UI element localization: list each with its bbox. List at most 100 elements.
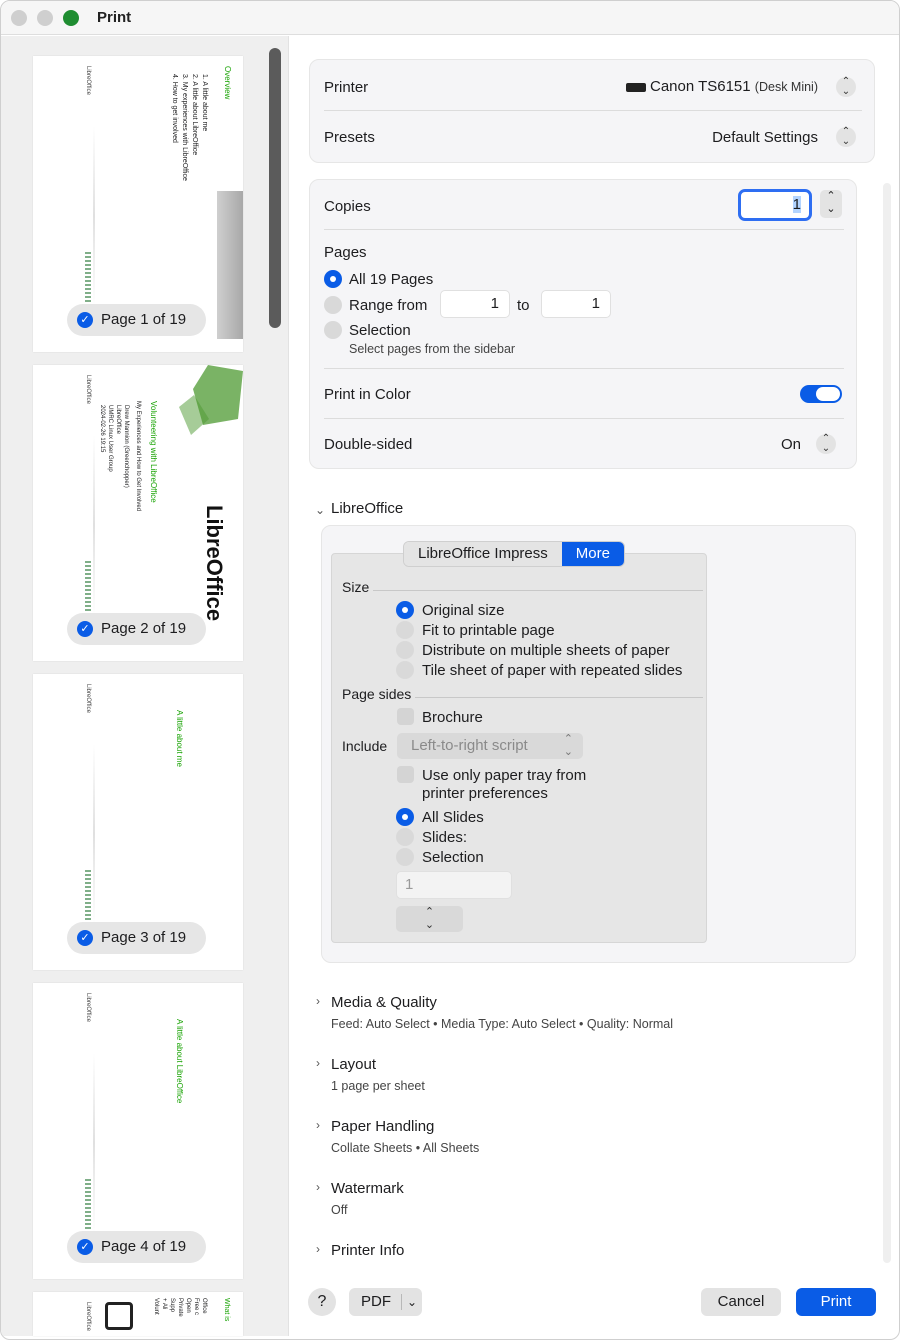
- page-label: Page 3 of 19: [101, 929, 187, 946]
- chevron-right-icon[interactable]: ›: [316, 1056, 320, 1070]
- printer-popup-icon[interactable]: ⌃ ⌄: [836, 77, 856, 97]
- color-toggle[interactable]: [800, 385, 842, 403]
- thumbnail-line: LibreOffice: [115, 405, 121, 434]
- thumbnail-heading: Overview: [223, 66, 232, 100]
- double-sided-label: Double-sided: [324, 436, 413, 453]
- slide-option-label: Selection: [422, 849, 484, 866]
- brochure-checkbox[interactable]: [397, 708, 414, 725]
- thumbnail-brand: LibreOffice: [85, 66, 91, 95]
- checkmark-icon: ✓: [77, 312, 93, 328]
- range-to-label: to: [517, 297, 530, 314]
- thumbnail-heading: A little about LibreOffice: [175, 1019, 184, 1104]
- printer-select[interactable]: Canon TS6151 (Desk Mini): [625, 78, 818, 95]
- watermark-title[interactable]: Watermark: [331, 1180, 404, 1197]
- cancel-button[interactable]: Cancel: [701, 1288, 781, 1316]
- thumbnail-line: Supp: [169, 1298, 175, 1313]
- libreoffice-tabs: LibreOffice Impress More: [403, 541, 625, 567]
- page-4-toggle[interactable]: ✓ Page 4 of 19: [67, 1231, 207, 1263]
- page-preview-sidebar[interactable]: LibreOffice Overview 1. A little about m…: [1, 36, 289, 1336]
- print-button[interactable]: Print: [796, 1288, 876, 1316]
- size-fit-radio[interactable]: [396, 621, 414, 639]
- copies-label: Copies: [324, 198, 371, 215]
- page-2-toggle[interactable]: ✓ Page 2 of 19: [67, 613, 207, 645]
- tab-more[interactable]: More: [561, 542, 624, 566]
- page-3-toggle[interactable]: ✓ Page 3 of 19: [67, 922, 207, 954]
- copies-input[interactable]: 1: [738, 189, 812, 221]
- thumbnail-line: 4. How to get involved: [171, 74, 178, 143]
- printer-presets-card: Printer Canon TS6151 (Desk Mini) ⌃ ⌄ Pres…: [309, 59, 875, 163]
- range-radio[interactable]: [324, 296, 342, 314]
- copies-stepper[interactable]: ⌃ ⌄: [820, 190, 842, 218]
- print-options-card: Copies 1 ⌃ ⌄ Pages All 19 Pages Range fro…: [309, 179, 857, 469]
- thumbnail-brand: LibreOffice: [85, 375, 91, 404]
- pdf-menu-button[interactable]: PDF ⌄: [349, 1288, 422, 1316]
- checkmark-icon: ✓: [77, 1239, 93, 1255]
- all-pages-radio[interactable]: [324, 270, 342, 288]
- slides-popup-button[interactable]: ⌃ ⌄: [396, 906, 463, 932]
- include-select[interactable]: Left-to-right script ⌃ ⌄: [397, 733, 583, 759]
- close-window-button[interactable]: [11, 10, 27, 26]
- all-slides-radio[interactable]: [396, 808, 414, 826]
- page-label: Page 1 of 19: [101, 311, 187, 328]
- paper-tray-checkbox[interactable]: [397, 766, 414, 783]
- range-to-input[interactable]: 1: [541, 290, 611, 318]
- selection-radio[interactable]: [324, 321, 342, 339]
- options-scrollbar[interactable]: [883, 183, 891, 1263]
- slides-range-input[interactable]: 1: [396, 871, 512, 899]
- page-1-toggle[interactable]: ✓ Page 1 of 19: [67, 304, 207, 336]
- thumbnail-brand: LibreOffice: [85, 993, 91, 1022]
- range-label: Range from: [349, 297, 428, 314]
- chevron-right-icon[interactable]: ›: [316, 994, 320, 1008]
- size-label: Size: [342, 579, 370, 595]
- page-thumbnail-5[interactable]: LibreOffice What is Office Free c Open P…: [33, 1292, 243, 1336]
- double-sided-value[interactable]: On: [781, 436, 801, 453]
- slides-radio[interactable]: [396, 828, 414, 846]
- chevron-up-icon[interactable]: ⌃: [820, 190, 842, 203]
- color-label: Print in Color: [324, 386, 411, 403]
- double-sided-popup-icon[interactable]: ⌃ ⌄: [816, 434, 836, 454]
- chevron-down-icon[interactable]: ⌄: [315, 503, 325, 517]
- media-quality-title[interactable]: Media & Quality: [331, 994, 437, 1011]
- page-label: Page 2 of 19: [101, 620, 187, 637]
- paper-handling-summary: Collate Sheets • All Sheets: [331, 1141, 480, 1155]
- size-option-label: Original size: [422, 602, 505, 619]
- pages-label: Pages: [324, 244, 367, 261]
- help-button[interactable]: ?: [308, 1288, 336, 1316]
- layout-title[interactable]: Layout: [331, 1056, 376, 1073]
- minimize-window-button[interactable]: [37, 10, 53, 26]
- printer-label: Printer: [324, 79, 369, 96]
- libreoffice-section-title[interactable]: LibreOffice: [331, 500, 403, 517]
- size-original-radio[interactable]: [396, 601, 414, 619]
- presets-select[interactable]: Default Settings: [712, 129, 818, 146]
- thumbnail-line: + Ali: [161, 1298, 167, 1310]
- thumbnail-line: My Experiences and How to Get Involved: [135, 401, 141, 512]
- tab-libreoffice-impress[interactable]: LibreOffice Impress: [404, 542, 562, 566]
- sidebar-scrollbar[interactable]: [269, 48, 281, 328]
- size-option-label: Fit to printable page: [422, 622, 555, 639]
- paper-tray-label: Use only paper tray from: [422, 767, 587, 784]
- include-label: Include: [342, 738, 388, 754]
- size-distribute-radio[interactable]: [396, 641, 414, 659]
- thumbnail-line: Private: [177, 1298, 183, 1317]
- slide-option-label: Slides:: [422, 829, 468, 846]
- zoom-window-button[interactable]: [63, 10, 79, 26]
- printer-info-title[interactable]: Printer Info: [331, 1242, 404, 1259]
- chevron-down-icon[interactable]: ⌄: [820, 203, 842, 216]
- thumbnail-heading: Volunteering with LibreOffice: [149, 401, 158, 503]
- printer-icon: [625, 82, 646, 92]
- thumbnail-heading: A little about me: [175, 710, 184, 767]
- thumbnail-line: Office: [201, 1298, 207, 1314]
- thumbnail-line: 2. A little about LibreOffice: [191, 74, 198, 156]
- presets-popup-icon[interactable]: ⌃ ⌄: [836, 127, 856, 147]
- chevron-right-icon[interactable]: ›: [316, 1180, 320, 1194]
- chevron-right-icon[interactable]: ›: [316, 1242, 320, 1256]
- chevron-right-icon[interactable]: ›: [316, 1118, 320, 1132]
- paper-handling-title[interactable]: Paper Handling: [331, 1118, 434, 1135]
- presets-label: Presets: [324, 129, 375, 146]
- size-tile-radio[interactable]: [396, 661, 414, 679]
- selection-label: Selection: [349, 322, 411, 339]
- range-from-input[interactable]: 1: [440, 290, 510, 318]
- thumbnail-line: UMRC Linux User Group: [107, 405, 113, 472]
- slide-selection-radio[interactable]: [396, 848, 414, 866]
- size-option-label: Distribute on multiple sheets of paper: [422, 642, 670, 659]
